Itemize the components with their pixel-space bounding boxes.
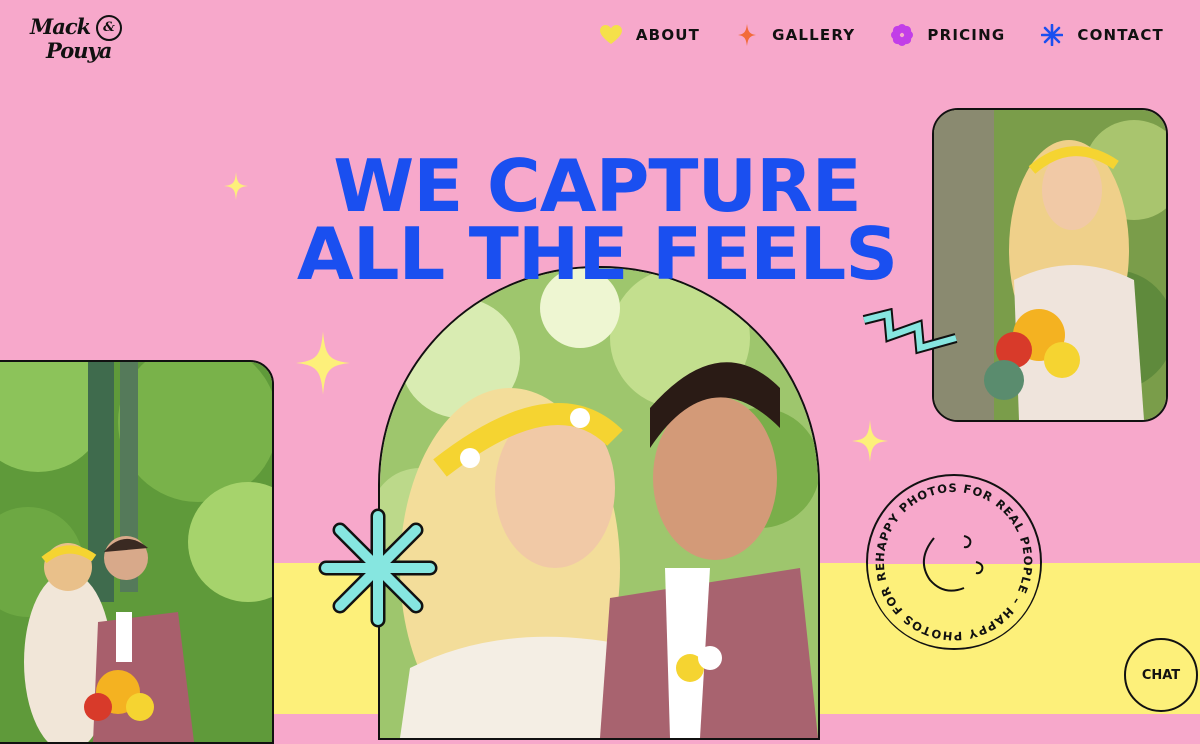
happy-photos-badge: HAPPY PHOTOS FOR REAL PEOPLE – HAPPY PHO… bbox=[866, 474, 1042, 650]
flower-icon bbox=[891, 24, 914, 46]
sparkle-icon bbox=[736, 24, 758, 46]
logo-line-2: Pouya bbox=[46, 38, 112, 63]
starburst-icon bbox=[318, 508, 438, 628]
zigzag-icon bbox=[862, 308, 958, 355]
smiley-face-icon bbox=[923, 535, 984, 592]
nav-item-about[interactable]: ABOUT bbox=[599, 24, 701, 46]
right-sparkle-icon bbox=[852, 420, 888, 462]
nav-label: CONTACT bbox=[1077, 26, 1164, 44]
hero-line-1: WE CAPTURE bbox=[333, 144, 862, 228]
main-nav: ABOUT GALLERY PRICING CONTACT bbox=[564, 24, 1164, 46]
svg-text:HAPPY PHOTOS FOR REAL PEOPLE –: HAPPY PHOTOS FOR REAL PEOPLE – HAPPY PHO… bbox=[868, 476, 1035, 643]
nav-item-contact[interactable]: CONTACT bbox=[1041, 24, 1164, 46]
nav-label: PRICING bbox=[927, 26, 1006, 44]
nav-label: GALLERY bbox=[772, 26, 856, 44]
couple-photo-arch bbox=[378, 266, 820, 740]
bride-photo-right bbox=[932, 108, 1168, 422]
small-sparkle-icon bbox=[224, 172, 248, 200]
hero-line-2: ALL THE FEELS bbox=[296, 212, 898, 296]
asterisk-icon bbox=[1041, 24, 1064, 46]
large-sparkle-icon bbox=[296, 331, 350, 395]
badge-ring-text: HAPPY PHOTOS FOR REAL PEOPLE – HAPPY PHO… bbox=[868, 476, 1034, 643]
chat-label: CHAT bbox=[1141, 667, 1181, 683]
couple-photo-left bbox=[0, 360, 274, 744]
nav-item-gallery[interactable]: GALLERY bbox=[736, 24, 855, 46]
nav-item-pricing[interactable]: PRICING bbox=[891, 24, 1005, 46]
heart-icon bbox=[599, 24, 622, 46]
hero-headline: WE CAPTURE ALL THE FEELS bbox=[255, 144, 938, 296]
brand-logo[interactable]: Mack & Pouya bbox=[28, 10, 138, 68]
nav-label: ABOUT bbox=[635, 26, 701, 44]
logo-line-1: Mack bbox=[30, 14, 91, 39]
chat-button[interactable]: CHAT bbox=[1124, 638, 1198, 712]
